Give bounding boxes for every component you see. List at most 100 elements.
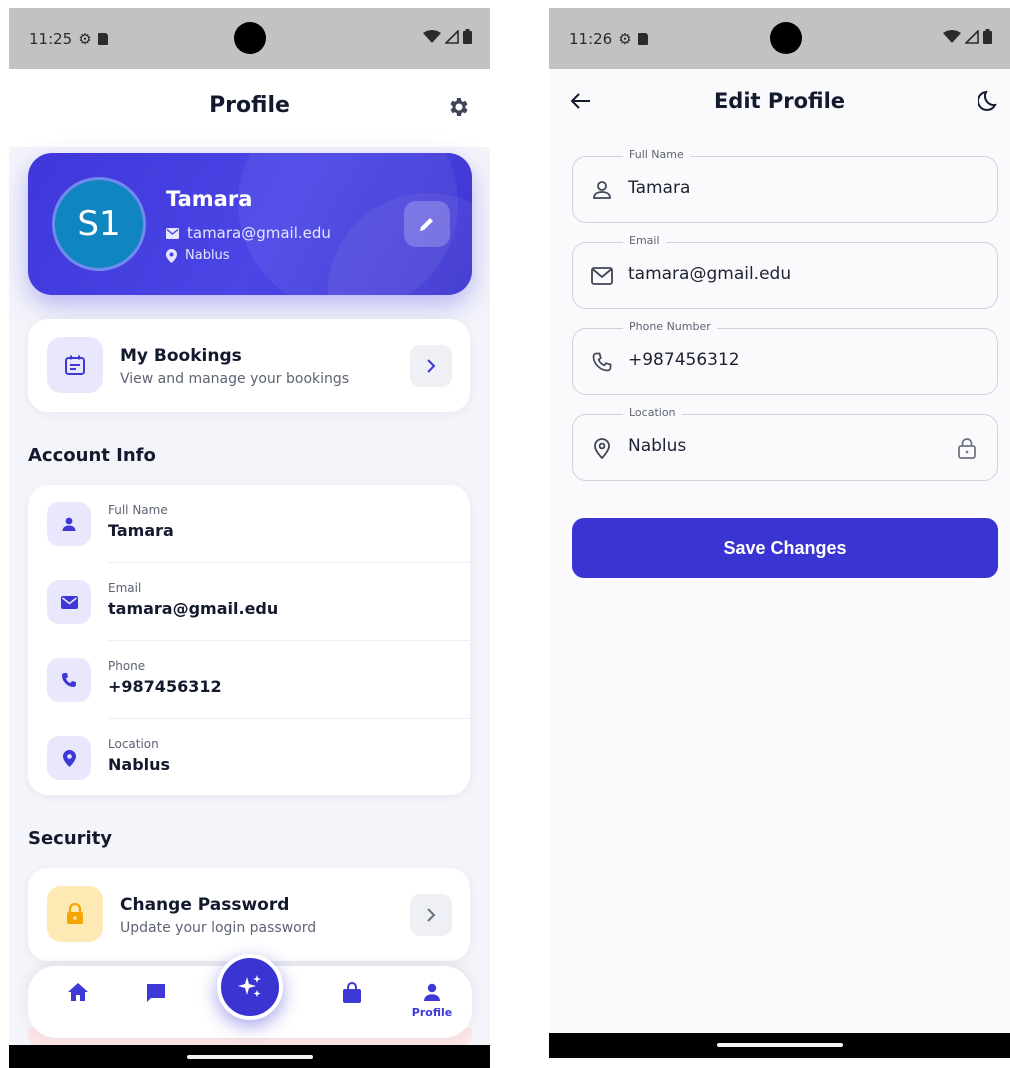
phone-tile: [47, 658, 91, 702]
app-header: Edit Profile: [549, 69, 1010, 135]
wifi-icon: [943, 29, 961, 43]
bookings-subtitle: View and manage your bookings: [120, 371, 350, 387]
lock-outline-icon: [957, 437, 979, 459]
person-icon: [424, 983, 440, 1001]
pencil-icon: [420, 218, 433, 231]
info-value: Nablus: [108, 755, 171, 774]
my-bookings-card[interactable]: My Bookings View and manage your booking…: [28, 319, 470, 412]
field-label: Email: [623, 234, 666, 247]
account-info-heading: Account Info: [28, 445, 156, 466]
person-outline-icon: [591, 179, 613, 201]
system-icons: [943, 29, 992, 44]
field-value: Nablus: [628, 436, 687, 456]
bookings-tile: [47, 337, 103, 393]
info-label: Location: [108, 737, 159, 751]
profile-card: S1 Tamara tamara@gmail.edu Nablus: [28, 153, 472, 295]
password-tile: [47, 886, 103, 942]
chat-icon: [147, 984, 165, 1002]
nav-profile-label: Profile: [411, 1006, 453, 1019]
system-gear-icon: ⚙: [618, 29, 632, 48]
mail-icon: [60, 595, 78, 609]
nav-shop[interactable]: [332, 982, 372, 1022]
info-label: Phone: [108, 659, 146, 673]
profile-screen: 11:25 ⚙ Profile S1 Tamara tamara@gmail.e…: [9, 8, 490, 1068]
battery-icon: [463, 29, 472, 44]
gear-icon: [450, 98, 468, 116]
profile-name: Tamara: [166, 187, 253, 211]
signal-icon: [965, 29, 979, 44]
full-name-tile: [47, 502, 91, 546]
status-time: 11:26: [569, 30, 613, 48]
edit-profile-button[interactable]: [404, 201, 450, 247]
person-icon: [62, 517, 76, 531]
info-row-email: Email tamara@gmail.edu: [28, 563, 470, 641]
field-value: Tamara: [628, 178, 691, 198]
phone-number-field[interactable]: Phone Number +987456312: [572, 320, 998, 395]
chevron-right-icon: [427, 908, 436, 922]
field-label: Location: [623, 406, 682, 419]
signal-icon: [445, 29, 459, 44]
change-password-subtitle: Update your login password: [120, 920, 317, 936]
mail-outline-icon: [591, 265, 613, 287]
location-field: Location Nablus: [572, 406, 998, 481]
phone-icon: [62, 673, 76, 687]
avatar[interactable]: S1: [52, 177, 146, 271]
camera-cutout: [770, 22, 802, 54]
profile-location-row: Nablus: [166, 248, 230, 263]
profile-email: tamara@gmail.edu: [187, 224, 331, 242]
full-name-field[interactable]: Full Name Tamara: [572, 148, 998, 223]
info-label: Email: [108, 581, 142, 595]
app-header: Profile: [9, 69, 490, 147]
sparkle-icon: [238, 975, 261, 997]
nav-home[interactable]: [58, 982, 98, 1022]
calendar-icon: [65, 355, 85, 375]
nav-profile[interactable]: Profile: [404, 982, 460, 1022]
change-password-chevron-button[interactable]: [410, 894, 452, 936]
info-row-full-name: Full Name Tamara: [28, 485, 470, 563]
sd-card-icon: [637, 33, 648, 45]
system-nav-bar: [9, 1045, 490, 1068]
location-outline-icon: [591, 437, 613, 459]
ai-assistant-button[interactable]: [217, 954, 283, 1020]
home-gesture-handle[interactable]: [186, 1055, 313, 1059]
field-label: Phone Number: [623, 320, 717, 333]
change-password-card[interactable]: Change Password Update your login passwo…: [28, 868, 470, 961]
edit-profile-screen: 11:26 ⚙ Edit Profile Full Name Tamara Em…: [549, 8, 1010, 1058]
lock-icon: [67, 903, 83, 924]
sd-card-icon: [97, 33, 108, 45]
email-tile: [47, 580, 91, 624]
mail-icon: [166, 227, 179, 239]
status-bar: 11:26 ⚙: [549, 8, 1010, 69]
info-value: +987456312: [108, 677, 222, 696]
moon-icon: [978, 90, 997, 111]
change-password-title: Change Password: [120, 895, 290, 915]
bookings-title: My Bookings: [120, 346, 242, 366]
bag-icon: [343, 982, 361, 1003]
account-info-card: Full Name Tamara Email tamara@gmail.edu …: [28, 485, 470, 795]
info-value: Tamara: [108, 521, 174, 540]
location-tile: [47, 736, 91, 780]
wifi-icon: [423, 29, 441, 43]
theme-toggle-button[interactable]: [974, 87, 1002, 115]
email-field[interactable]: Email tamara@gmail.edu: [572, 234, 998, 309]
home-icon: [68, 983, 88, 1001]
info-value: tamara@gmail.edu: [108, 599, 279, 618]
bookings-chevron-button[interactable]: [410, 345, 452, 387]
field-value: tamara@gmail.edu: [628, 264, 792, 284]
status-time-group: 11:26 ⚙: [569, 30, 648, 48]
camera-cutout: [234, 22, 266, 54]
page-title: Edit Profile: [713, 89, 846, 113]
settings-button[interactable]: [444, 93, 472, 121]
field-label: Full Name: [623, 148, 690, 161]
field-value: +987456312: [628, 350, 740, 370]
avatar-initials: S1: [77, 204, 121, 244]
status-time: 11:25: [29, 30, 73, 48]
home-gesture-handle[interactable]: [716, 1043, 843, 1047]
save-changes-button[interactable]: Save Changes: [572, 518, 998, 578]
status-time-group: 11:25 ⚙: [29, 30, 108, 48]
nav-chat[interactable]: [136, 982, 176, 1022]
chevron-right-icon: [427, 359, 436, 373]
battery-icon: [983, 29, 992, 44]
system-gear-icon: ⚙: [78, 29, 92, 48]
location-pin-icon: [166, 248, 177, 263]
